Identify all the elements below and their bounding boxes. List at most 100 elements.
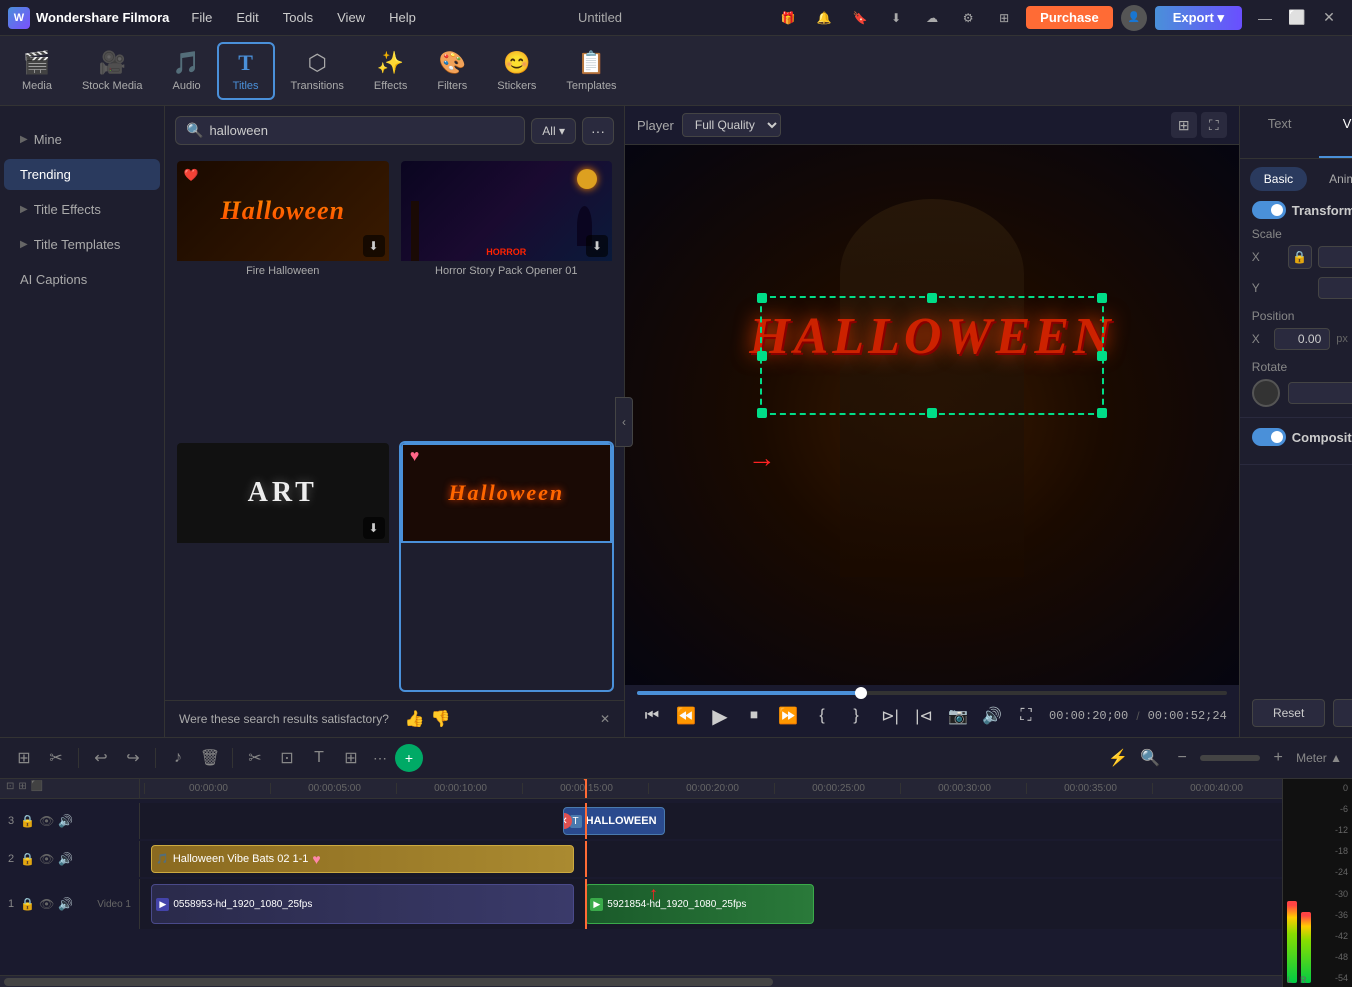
scale-x-value[interactable]: 100.00 — [1318, 246, 1352, 268]
audio-clip[interactable]: 🎵 Halloween Vibe Bats 02 1-1 ♥ — [151, 845, 574, 873]
track-2-icon-2[interactable]: 👁 — [39, 852, 54, 866]
to-mark-out-button[interactable]: |⊲ — [909, 701, 939, 731]
tl-speed-button[interactable]: ⚡ — [1104, 744, 1132, 772]
scale-y-value[interactable]: 100.00 — [1318, 277, 1352, 299]
fullscreen-btn[interactable]: ⛶ — [1011, 701, 1041, 731]
tl-text-button[interactable]: T — [305, 744, 333, 772]
track-ctrl-1[interactable]: ⊡ — [6, 781, 14, 792]
tool-stickers[interactable]: 😊 Stickers — [483, 44, 550, 98]
tl-ripple-tool[interactable]: ✂ — [42, 744, 70, 772]
tool-media[interactable]: 🎬 Media — [8, 44, 66, 98]
tl-scrollbar[interactable] — [0, 975, 1282, 987]
track-3-icon-3[interactable]: 🔊 — [58, 814, 73, 828]
skip-back-button[interactable]: ⏮ — [637, 701, 667, 731]
tl-select-tool[interactable]: ⊞ — [10, 744, 38, 772]
video-clip-2[interactable]: ▶ 5921854-hd_1920_1080_25fps — [585, 884, 813, 924]
feedback-close-button[interactable]: ✕ — [600, 712, 610, 726]
step-forward-button[interactable]: ⏩ — [773, 701, 803, 731]
scale-lock-icon[interactable]: 🔒 — [1288, 245, 1312, 269]
bookmark-icon[interactable]: 🔖 — [846, 4, 874, 32]
rotate-value[interactable]: 0.00° — [1288, 382, 1352, 404]
track-3-icon-2[interactable]: 👁 — [39, 814, 54, 828]
thumbs-down-icon[interactable]: 👎 — [431, 709, 451, 729]
tl-plus-button[interactable]: + — [1264, 744, 1292, 772]
settings-icon[interactable]: ⚙ — [954, 4, 982, 32]
cloud-icon[interactable]: ☁ — [918, 4, 946, 32]
thumb-halloween-selected[interactable]: Halloween ♥ — [399, 441, 615, 693]
tl-redo-button[interactable]: ↪ — [119, 744, 147, 772]
tl-scroll-thumb[interactable] — [4, 978, 773, 986]
tl-delete-button[interactable]: 🗑 — [196, 744, 224, 772]
search-input-wrap[interactable]: 🔍 — [175, 116, 525, 145]
sub-tab-basic[interactable]: Basic — [1250, 167, 1307, 191]
minimize-button[interactable]: — — [1250, 4, 1280, 32]
tool-audio[interactable]: 🎵 Audio — [159, 44, 215, 98]
menu-file[interactable]: File — [181, 6, 222, 29]
track-2-icon-3[interactable]: 🔊 — [58, 852, 73, 866]
download-icon-art[interactable]: ⬇ — [363, 517, 385, 539]
tab-text[interactable]: Text — [1240, 106, 1320, 158]
track-ctrl-3[interactable]: ⬛ — [31, 781, 43, 792]
sidebar-item-title-templates[interactable]: ▶ Title Templates — [4, 229, 160, 260]
search-input[interactable] — [209, 123, 514, 138]
compositing-toggle[interactable] — [1252, 428, 1286, 446]
tool-filters[interactable]: 🎨 Filters — [423, 44, 481, 98]
tool-templates[interactable]: 📋 Templates — [552, 44, 630, 98]
panel-collapse-button[interactable]: ‹ — [615, 397, 633, 447]
tl-add-track-button[interactable]: + — [395, 744, 423, 772]
step-back-button[interactable]: ⏪ — [671, 701, 701, 731]
track-3-icon-1[interactable]: 🔒 — [20, 814, 35, 828]
sidebar-item-mine[interactable]: ▶ Mine — [4, 124, 160, 155]
download-icon-horror[interactable]: ⬇ — [586, 235, 608, 257]
snapshot-button[interactable]: 📷 — [943, 701, 973, 731]
menu-tools[interactable]: Tools — [273, 6, 323, 29]
video-clip-1[interactable]: ▶ 0558953-hd_1920_1080_25fps — [151, 884, 574, 924]
rotate-dial[interactable] — [1252, 379, 1280, 407]
play-button[interactable]: ▶ — [705, 701, 735, 731]
download-icon[interactable]: ⬇ — [882, 4, 910, 32]
sidebar-item-title-effects[interactable]: ▶ Title Effects — [4, 194, 160, 225]
tab-video[interactable]: Video — [1319, 106, 1352, 158]
track-1-icon-1[interactable]: 🔒 — [20, 897, 35, 911]
fullscreen-icon[interactable]: ⛶ — [1201, 112, 1227, 138]
keyframe-panel-button[interactable]: Keyframe Panel — [1333, 699, 1352, 727]
sub-tab-animation[interactable]: Animation — [1315, 167, 1352, 191]
purchase-button[interactable]: Purchase — [1026, 6, 1113, 29]
maximize-button[interactable]: ⬜ — [1282, 4, 1312, 32]
track-2-icon-1[interactable]: 🔒 — [20, 852, 35, 866]
track-ctrl-2[interactable]: ⊞ — [18, 781, 26, 792]
reset-button[interactable]: Reset — [1252, 699, 1326, 727]
pos-x-value[interactable]: 0.00 — [1274, 328, 1331, 350]
tl-more-button[interactable]: ⋯ — [369, 750, 391, 767]
progress-track[interactable] — [637, 691, 1227, 695]
tl-zoom-slider[interactable] — [1200, 755, 1260, 761]
meter-label[interactable]: Meter ▲ — [1296, 751, 1342, 765]
quality-select[interactable]: Full Quality 1/2 Quality 1/4 Quality — [682, 113, 781, 137]
tl-cut-button[interactable]: ✂ — [241, 744, 269, 772]
tl-add-audio[interactable]: ♪ — [164, 744, 192, 772]
track-1-icon-2[interactable]: 👁 — [39, 897, 54, 911]
thumb-art-halloween[interactable]: ART ⬇ — [175, 441, 391, 693]
more-button[interactable]: ··· — [582, 117, 614, 145]
menu-edit[interactable]: Edit — [226, 6, 268, 29]
menu-help[interactable]: Help — [379, 6, 426, 29]
stop-button[interactable]: ⏹ — [739, 701, 769, 731]
tool-effects[interactable]: ✨ Effects — [360, 44, 421, 98]
thumbs-up-icon[interactable]: 👍 — [405, 709, 425, 729]
tl-undo-button[interactable]: ↩ — [87, 744, 115, 772]
tl-zoom-fit[interactable]: ⊞ — [337, 744, 365, 772]
close-button[interactable]: ✕ — [1314, 4, 1344, 32]
apps-icon[interactable]: ⊞ — [990, 4, 1018, 32]
thumb-horror-story[interactable]: HORROR ⬇ Horror Story Pack Opener 01 — [399, 159, 615, 433]
download-icon-fire[interactable]: ⬇ — [363, 235, 385, 257]
menu-view[interactable]: View — [327, 6, 375, 29]
halloween-title-clip[interactable]: ✕ T HALLOWEEN — [563, 807, 666, 835]
bell-icon[interactable]: 🔔 — [810, 4, 838, 32]
tl-zoom-out[interactable]: 🔍 — [1136, 744, 1164, 772]
track-1-icon-3[interactable]: 🔊 — [58, 897, 73, 911]
tool-transitions[interactable]: ⬡ Transitions — [277, 44, 358, 98]
tl-crop-button[interactable]: ⊡ — [273, 744, 301, 772]
user-avatar[interactable]: 👤 — [1121, 5, 1147, 31]
gift-icon[interactable]: 🎁 — [774, 4, 802, 32]
transform-toggle[interactable] — [1252, 201, 1286, 219]
